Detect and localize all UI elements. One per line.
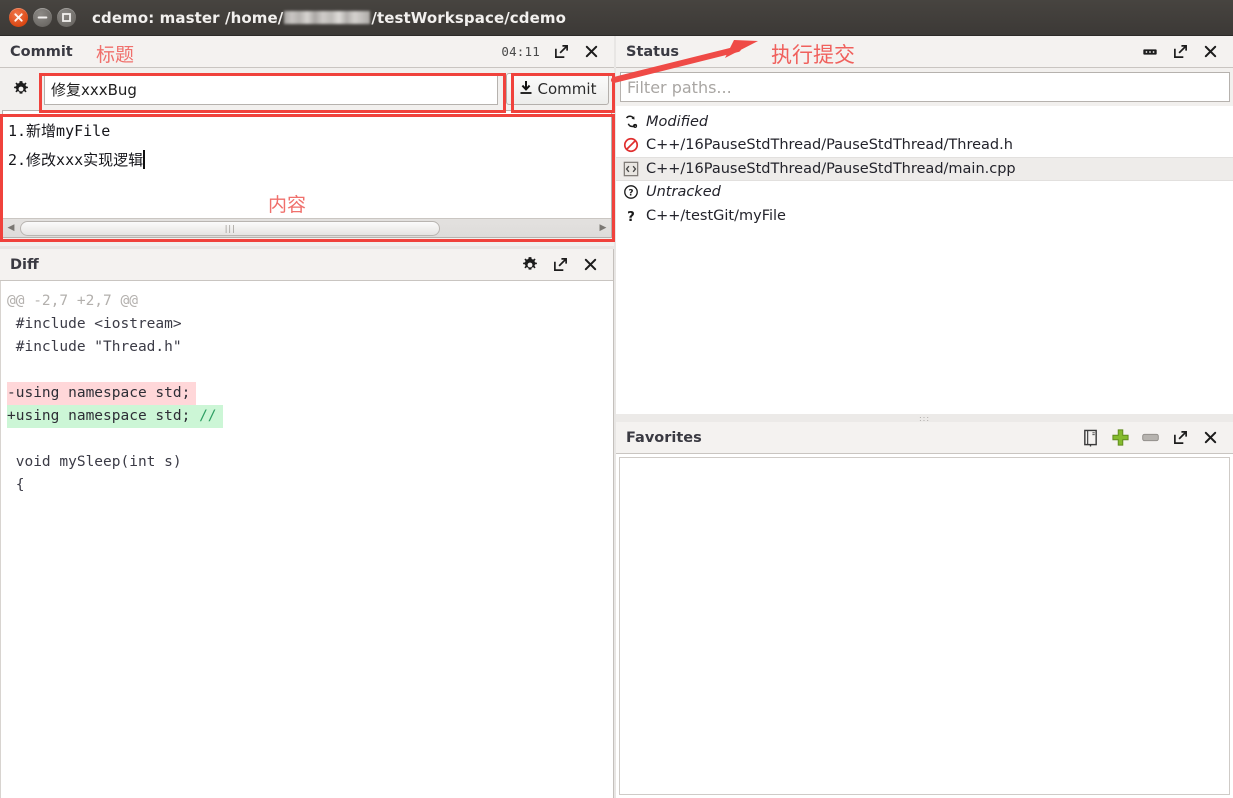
diff-panel: Diff @@ -2,7 +2,7 @@ #include <iostream>… xyxy=(0,249,614,798)
status-panel: Status Modified C++/16PauseStdThread/Paus… xyxy=(616,36,1233,420)
blocked-icon xyxy=(622,137,639,154)
diff-line-wrap: -using namespace std; xyxy=(1,382,613,405)
window-title: cdemo: master /home/ /testWorkspace/cdem… xyxy=(92,9,566,27)
status-file-row[interactable]: C++/16PauseStdThread/PauseStdThread/Thre… xyxy=(616,134,1233,158)
gear-icon[interactable] xyxy=(515,252,545,278)
status-file-label: C++/16PauseStdThread/PauseStdThread/main… xyxy=(646,160,1016,177)
annotation-commit-note: 执行提交 xyxy=(771,43,855,67)
status-panel-header: Status xyxy=(616,36,1233,68)
diff-line-wrap: { xyxy=(1,474,613,497)
favorites-panel: Favorites xyxy=(616,422,1233,798)
window-title-suffix: /testWorkspace/cdemo xyxy=(371,8,567,27)
scroll-track[interactable]: ||| xyxy=(19,220,595,237)
annotation-title-note: 标题 xyxy=(96,44,135,66)
window-titlebar: cdemo: master /home/ /testWorkspace/cdem… xyxy=(0,0,1233,36)
scroll-grip-icon: ||| xyxy=(224,223,236,233)
window-close-button[interactable] xyxy=(9,8,28,27)
diff-line-hunk: @@ -2,7 +2,7 @@ xyxy=(7,293,138,309)
question-icon: ? xyxy=(622,207,639,224)
commit-panel: Commit 04:11 修复xxxBug Commit 1.新增myFile … xyxy=(0,36,614,246)
window-minimize-button[interactable] xyxy=(33,8,52,27)
scroll-right-icon[interactable]: ▶ xyxy=(595,220,611,237)
plus-icon[interactable] xyxy=(1105,425,1135,451)
commit-message-box[interactable]: 1.新增myFile 2.修改xxx实现逻辑 ◀ ||| ▶ xyxy=(2,110,612,238)
popout-icon[interactable] xyxy=(1165,39,1195,65)
status-panel-title: Status xyxy=(626,43,680,60)
favorites-panel-title: Favorites xyxy=(626,429,702,446)
close-icon[interactable] xyxy=(1195,425,1225,451)
favorites-list[interactable] xyxy=(619,457,1230,795)
favorites-panel-header: Favorites xyxy=(616,422,1233,454)
diff-panel-header: Diff xyxy=(0,249,613,281)
text-caret xyxy=(143,150,145,169)
status-file-label: C++/testGit/myFile xyxy=(646,207,786,224)
scroll-left-icon[interactable]: ◀ xyxy=(3,220,19,237)
source-icon xyxy=(622,160,639,177)
status-file-list[interactable]: Modified C++/16PauseStdThread/PauseStdThr… xyxy=(616,110,1233,420)
diff-panel-title: Diff xyxy=(10,256,39,273)
scroll-thumb[interactable]: ||| xyxy=(20,220,441,236)
window-title-prefix: cdemo: master /home/ xyxy=(92,8,284,27)
diff-blank-line xyxy=(1,428,613,451)
commit-button-label: Commit xyxy=(537,80,597,98)
redacted-username xyxy=(284,11,371,24)
commit-panel-title: Commit xyxy=(10,43,73,60)
panel-splitter[interactable]: ::: xyxy=(616,414,1233,423)
diff-line-wrap: @@ -2,7 +2,7 @@ xyxy=(1,290,613,313)
diff-line-wrap: #include <iostream> xyxy=(1,313,613,336)
annotation-content-note: 内容 xyxy=(268,194,307,216)
commit-button[interactable]: Commit xyxy=(506,73,609,105)
close-icon[interactable] xyxy=(576,39,606,65)
diff-line-del: -using namespace std; xyxy=(7,382,197,405)
ellipsis-icon[interactable] xyxy=(1135,39,1165,65)
diff-line-context: #include <iostream> xyxy=(7,316,182,332)
commit-summary-wrap xyxy=(42,68,502,110)
status-group-header[interactable]: ? Untracked xyxy=(616,181,1233,205)
diff-line-wrap: void mySleep(int s) xyxy=(1,451,613,474)
diff-line-context: #include "Thread.h" xyxy=(7,339,182,355)
untracked-icon: ? xyxy=(622,184,639,201)
commit-message-hscrollbar[interactable]: ◀ ||| ▶ xyxy=(3,218,611,237)
bookmark-icon[interactable] xyxy=(1075,425,1105,451)
commit-button-wrap: Commit xyxy=(502,68,614,110)
status-file-label: C++/16PauseStdThread/PauseStdThread/Thre… xyxy=(646,137,1013,154)
status-group-label: Modified xyxy=(646,113,709,130)
window-maximize-button[interactable] xyxy=(57,8,76,27)
popout-icon[interactable] xyxy=(545,252,575,278)
diff-line-add: +using namespace std; // xyxy=(7,405,223,428)
commit-panel-header: Commit 04:11 xyxy=(0,36,614,68)
download-arrow-icon xyxy=(519,80,533,99)
svg-text:?: ? xyxy=(628,189,633,199)
close-icon[interactable] xyxy=(1195,39,1225,65)
status-group-label: Untracked xyxy=(646,184,721,201)
commit-message-line-2: 2.修改xxx实现逻辑 xyxy=(8,151,144,169)
commit-time-label: 04:11 xyxy=(501,44,540,59)
diff-line-wrap: #include "Thread.h" xyxy=(1,336,613,359)
svg-text:?: ? xyxy=(627,210,635,224)
diff-comment-token: // xyxy=(199,408,217,424)
minus-icon[interactable] xyxy=(1135,425,1165,451)
status-file-row[interactable]: ? C++/testGit/myFile xyxy=(616,204,1233,228)
diff-content[interactable]: @@ -2,7 +2,7 @@ #include <iostream> #inc… xyxy=(0,281,613,798)
commit-summary-input[interactable] xyxy=(44,73,498,105)
commit-message-text: 1.新增myFile 2.修改xxx实现逻辑 xyxy=(8,117,606,175)
status-group-header[interactable]: Modified xyxy=(616,110,1233,134)
window-controls xyxy=(9,8,76,27)
diff-line-context: void mySleep(int s) xyxy=(7,454,182,470)
commit-summary-row: Commit xyxy=(0,68,614,110)
diff-line-context: { xyxy=(7,477,25,493)
diff-blank-line xyxy=(1,359,613,382)
status-file-row[interactable]: C++/16PauseStdThread/PauseStdThread/main… xyxy=(616,157,1233,181)
popout-icon[interactable] xyxy=(546,39,576,65)
application-window: cdemo: master /home/ /testWorkspace/cdem… xyxy=(0,0,1233,798)
status-filter-row xyxy=(616,68,1233,106)
close-icon[interactable] xyxy=(575,252,605,278)
gear-icon[interactable] xyxy=(0,80,42,98)
popout-icon[interactable] xyxy=(1165,425,1195,451)
diff-line-wrap: +using namespace std; // xyxy=(1,405,613,428)
commit-message-line-1: 1.新增myFile xyxy=(8,122,111,140)
modified-icon xyxy=(622,113,639,130)
filter-paths-input[interactable] xyxy=(620,72,1230,102)
